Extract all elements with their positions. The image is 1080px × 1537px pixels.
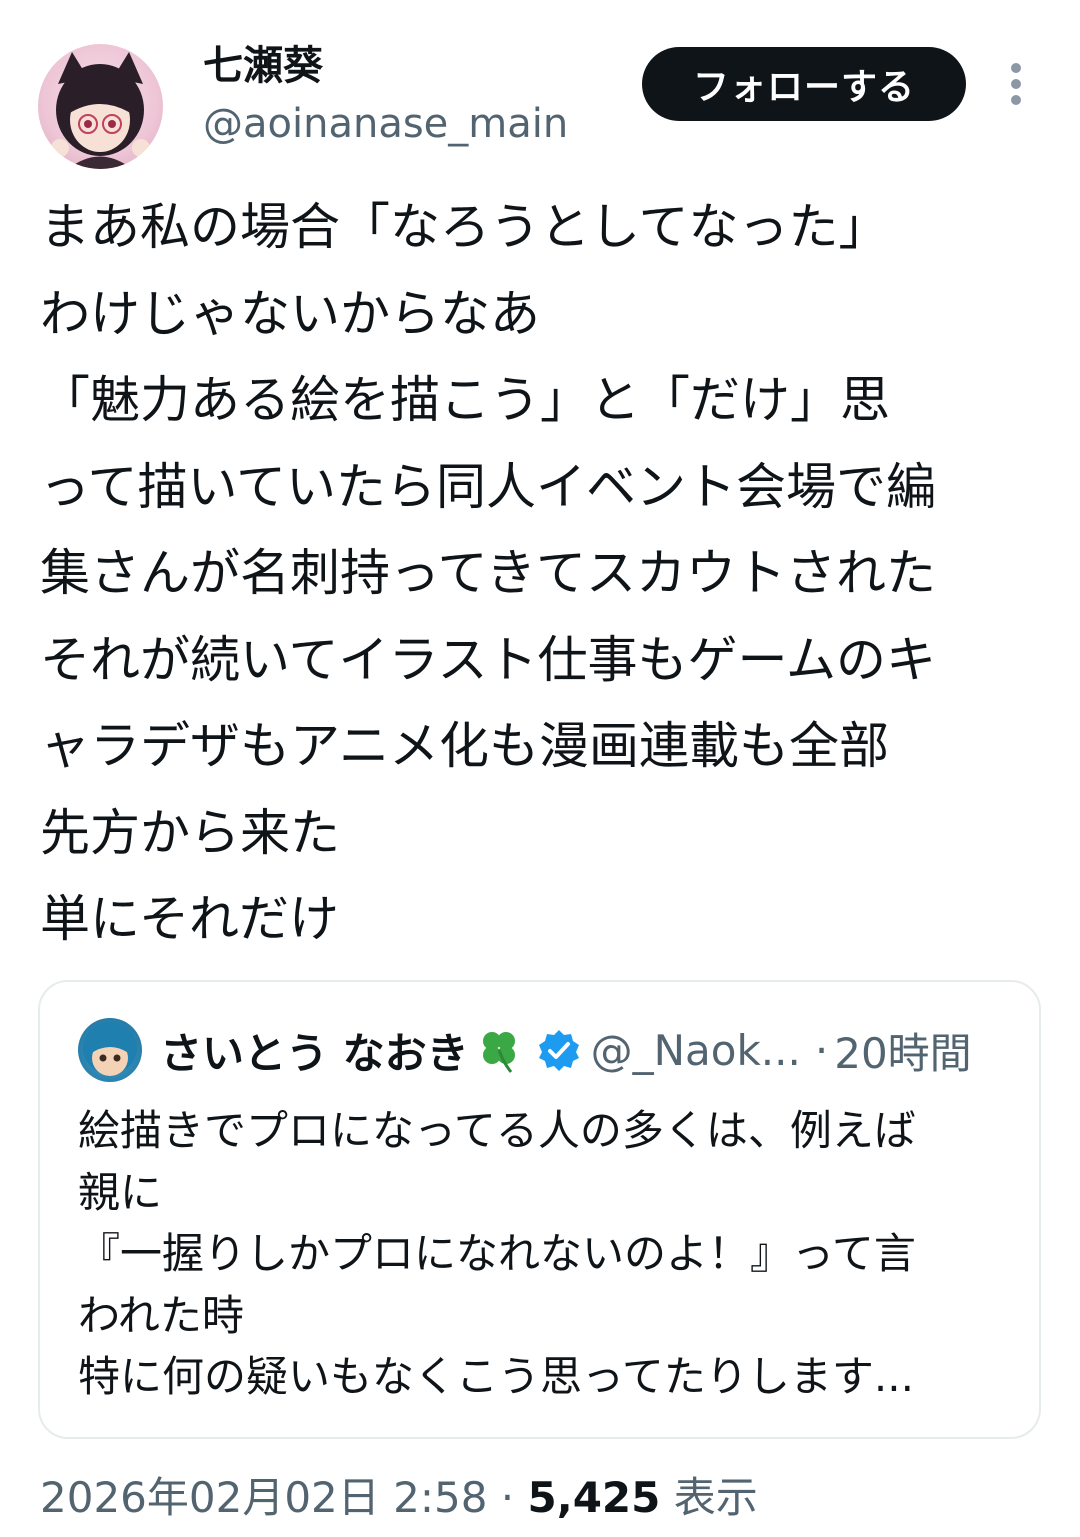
tweet-line: って描いていたら同人イベント会場で編 [40,457,936,516]
views-label: 表示 [660,1473,758,1522]
quoted-tweet-text: 絵描きでプロになってる人の多くは、例えば 親に 『一握りしかプロになれないのよ！… [78,1100,1018,1408]
tweet-text: まあ私の場合「なろうとしてなった」 わけじゃないからなあ 「魅力ある絵を描こう」… [40,184,1060,963]
tweet-line: ャラデザもアニメ化も漫画連載も全部 [40,717,889,775]
tweet-meta: 2026年02月02日 2:58 · 5,425 表示 [40,1468,758,1528]
tweet-timestamp[interactable]: 2026年02月02日 2:58 [40,1473,487,1522]
tweet-line: 「魅力ある絵を描こう」と「だけ」思 [40,371,890,429]
tweet-line: まあ私の場合「なろうとしてなった」 [40,198,889,256]
author-handle[interactable]: @aoinanase_main [203,98,568,150]
quoted-line: 親に [78,1167,163,1217]
four-leaf-clover-icon [475,1026,523,1074]
more-options-icon[interactable] [1006,60,1026,108]
views-count: 5,425 [527,1473,661,1522]
quoted-line: 絵描きでプロになってる人の多くは、例えば [78,1106,916,1155]
quoted-tweet-card[interactable]: さいとう なおき @_Naok... · 20時間 絵描きでプロになってる人の多… [38,980,1041,1439]
quoted-line: われた時 [78,1290,244,1340]
tweet-line: わけじゃないからなあ [40,284,540,343]
meta-separator: · [487,1473,528,1522]
separator-dot: · [814,1025,829,1075]
tweet-line: 単にそれだけ [40,890,339,948]
tweet-line: 集さんが名刺持ってきてスカウトされた [40,544,936,602]
quoted-author-avatar[interactable] [78,1018,142,1082]
verified-badge-icon [537,1028,581,1072]
quoted-timestamp[interactable]: 20時間 [834,1020,971,1081]
quoted-line: 特に何の疑いもなくこう思ってたりします... [78,1352,914,1401]
author-name[interactable]: 七瀬葵 [203,40,323,92]
avatar-illustration-icon [51,52,150,169]
tweet-line: それが続いてイラスト仕事もゲームのキ [40,630,936,689]
follow-button[interactable]: フォローする [642,47,966,121]
tweet-line: 先方から来た [40,803,340,862]
quoted-author-handle[interactable]: @_Naok... [591,1026,801,1075]
author-avatar[interactable] [38,44,163,169]
quoted-avatar-illustration-icon [83,1022,137,1076]
quoted-author-name[interactable]: さいとう なおき [160,1020,469,1081]
quoted-line: 『一握りしかプロになれないのよ！』って言 [78,1229,916,1278]
quoted-header: さいとう なおき @_Naok... · 20時間 [160,1020,972,1080]
